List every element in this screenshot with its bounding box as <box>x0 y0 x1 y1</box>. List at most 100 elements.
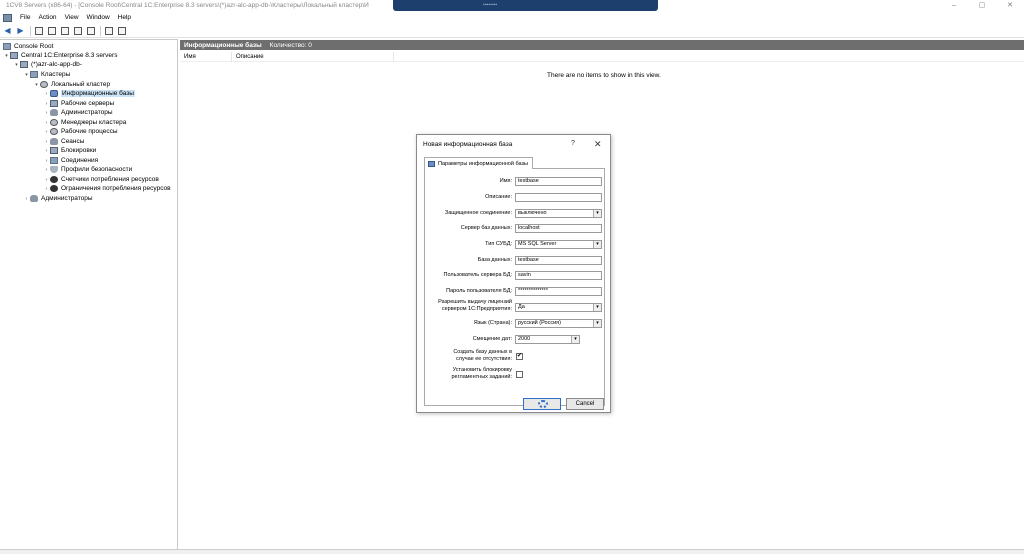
chevron-right-icon[interactable]: › <box>43 129 50 135</box>
infobase-parameters-panel: Имя: testbase Описание: Защищенное соеди… <box>424 168 605 406</box>
tree-item-locks[interactable]: › Блокировки <box>43 146 96 155</box>
list-column-headers: Имя Описание <box>180 51 1024 62</box>
tree-item-sessions[interactable]: › Сеансы <box>43 137 84 146</box>
create-db-checkbox[interactable]: ✔ <box>516 353 523 360</box>
tree-item-central-servers[interactable]: ▾ Central 1C:Enterprise 8.3 servers <box>3 51 117 60</box>
chevron-down-icon[interactable]: ▾ <box>33 82 40 88</box>
tree-item-infobases[interactable]: › Информационные базы <box>43 89 135 98</box>
window-controls: – ▢ ✕ <box>940 0 1024 12</box>
chevron-right-icon[interactable]: › <box>43 120 50 126</box>
folder-icon <box>3 43 11 50</box>
tree-item-connections[interactable]: › Соединения <box>43 156 98 165</box>
close-icon[interactable]: ✕ <box>594 139 602 150</box>
tree-item-server-host[interactable]: ▾ (*)azr-alc-app-db- <box>13 60 82 69</box>
description-row: Описание: <box>425 193 605 203</box>
secure-connection-row: Защищенное соединение: выключено <box>425 209 605 219</box>
chevron-right-icon[interactable]: › <box>43 91 50 97</box>
date-offset-row: Смещение дат: 2000 <box>425 335 605 345</box>
connection-icon <box>50 157 58 164</box>
back-arrow-icon[interactable]: ◀ <box>2 25 13 36</box>
chevron-right-icon[interactable]: › <box>43 101 50 107</box>
tree-item-local-cluster[interactable]: ▾ Локальный кластер <box>33 80 110 89</box>
license-label: Разрешить выдачу лицензий сервером 1С:Пр… <box>438 299 512 312</box>
app-icon[interactable] <box>3 13 12 22</box>
date-offset-select[interactable]: 2000 <box>515 335 580 344</box>
dialog-body: Параметры информационной базы Имя: testb… <box>421 154 606 406</box>
database-input[interactable]: testbase <box>515 256 602 265</box>
chevron-right-icon[interactable]: › <box>43 158 50 164</box>
tree-item-work-servers[interactable]: › Рабочие серверы <box>43 99 114 108</box>
chevron-right-icon[interactable]: › <box>43 148 50 154</box>
db-server-input[interactable]: localhost <box>515 224 602 233</box>
menu-action[interactable]: Action <box>34 14 60 21</box>
empty-list-message: There are no items to show in this view. <box>547 72 661 79</box>
tree-item-work-processes[interactable]: › Рабочие процессы <box>43 127 118 136</box>
server-icon <box>50 100 58 107</box>
db-user-row: Пользователь сервера БД: savin <box>425 271 605 281</box>
menu-help[interactable]: Help <box>114 14 135 21</box>
locale-select[interactable]: русский (Россия) <box>515 319 602 328</box>
window-titlebar: 1CV8 Servers (x86-64) - [Console Root\Ce… <box>0 0 1024 12</box>
chevron-down-icon[interactable]: ▾ <box>23 72 30 78</box>
lock-icon <box>50 147 58 154</box>
chevron-right-icon[interactable]: › <box>43 167 50 173</box>
user-icon <box>30 195 38 202</box>
maximize-icon[interactable]: ▢ <box>968 0 996 12</box>
db-user-input[interactable]: savin <box>515 271 602 280</box>
description-label: Описание: <box>485 194 512 200</box>
tree-item-security-profiles[interactable]: › Профили безопасности <box>43 165 132 174</box>
database-icon <box>428 160 435 167</box>
block-jobs-checkbox[interactable] <box>516 371 523 378</box>
column-name[interactable]: Имя <box>180 51 232 62</box>
dbms-type-row: Тип СУБД: MS SQL Server <box>425 240 605 250</box>
license-select[interactable]: Да <box>515 303 602 312</box>
properties-icon[interactable] <box>116 25 127 36</box>
chevron-right-icon[interactable]: › <box>43 186 50 192</box>
tab-infobase-parameters[interactable]: Параметры информационной базы <box>424 157 533 169</box>
minimize-icon[interactable]: – <box>940 0 968 12</box>
tree-item-server-administrators[interactable]: › Администраторы <box>23 194 93 203</box>
cancel-button[interactable]: Cancel <box>566 398 604 410</box>
window-title: 1CV8 Servers (x86-64) - [Console Root\Ce… <box>6 2 369 9</box>
up-folder-icon[interactable] <box>33 25 44 36</box>
export-icon[interactable] <box>85 25 96 36</box>
column-description[interactable]: Описание <box>232 51 394 62</box>
show-tree-icon[interactable] <box>46 25 57 36</box>
secure-connection-select[interactable]: выключено <box>515 209 602 218</box>
chevron-right-icon[interactable]: › <box>43 177 50 183</box>
database-label: База данных: <box>477 257 512 263</box>
chevron-right-icon[interactable]: › <box>43 139 50 145</box>
counter-icon <box>50 176 58 183</box>
remote-session-bar[interactable]: ▪▪▪▪▪▪▪▪ <box>393 0 658 11</box>
db-password-input[interactable]: ************** <box>515 287 602 296</box>
description-input[interactable] <box>515 193 602 202</box>
console-tree: Console Root ▾ Central 1C:Enterprise 8.3… <box>0 39 178 549</box>
copy-icon[interactable] <box>59 25 70 36</box>
forward-arrow-icon[interactable]: ▶ <box>15 25 26 36</box>
menu-window[interactable]: Window <box>83 14 114 21</box>
name-input[interactable]: testbase <box>515 177 602 186</box>
chevron-right-icon[interactable]: › <box>43 110 50 116</box>
chevron-right-icon[interactable]: › <box>23 196 30 202</box>
toolbar: ◀ ▶ <box>0 24 1024 38</box>
dbms-type-select[interactable]: MS SQL Server <box>515 240 602 249</box>
db-password-label: Пароль пользователя БД: <box>446 288 512 294</box>
tree-item-administrators[interactable]: › Администраторы <box>43 108 113 117</box>
tree-item-clusters[interactable]: ▾ Кластеры <box>23 70 70 79</box>
chevron-down-icon[interactable]: ▾ <box>13 62 20 68</box>
result-pane-header: Информационные базы Количество: 0 <box>180 40 1024 50</box>
tree-item-resource-limits[interactable]: › Ограничения потребления ресурсов <box>43 184 171 193</box>
chevron-down-icon[interactable]: ▾ <box>3 53 10 59</box>
folder-icon <box>30 71 38 78</box>
menu-view[interactable]: View <box>61 14 83 21</box>
tree-item-console-root[interactable]: Console Root <box>3 42 53 51</box>
tree-item-cluster-managers[interactable]: › Менеджеры кластера <box>43 118 126 127</box>
close-icon[interactable]: ✕ <box>996 0 1024 12</box>
locale-row: Язык (Страна): русский (Россия) <box>425 319 605 329</box>
block-jobs-row: Установить блокировку регламентных задан… <box>425 367 605 380</box>
refresh-icon[interactable] <box>72 25 83 36</box>
help-icon[interactable]: ? <box>571 140 575 147</box>
menu-file[interactable]: File <box>16 14 34 21</box>
help-icon[interactable] <box>103 25 114 36</box>
tree-item-resource-counters[interactable]: › Счетчики потребления ресурсов <box>43 175 159 184</box>
